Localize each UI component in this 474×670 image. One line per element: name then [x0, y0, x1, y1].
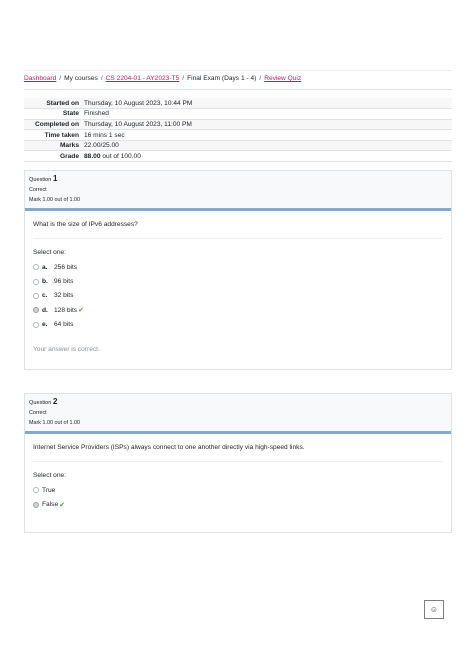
question-word: Question — [29, 400, 52, 406]
option-label: 128 bits — [54, 306, 78, 314]
breadcrumb-separator: / — [100, 75, 103, 82]
question-text: What is the size of IPv6 addresses? — [33, 221, 443, 239]
question-number: Question 1 — [29, 174, 447, 185]
question-word: Question — [29, 177, 52, 183]
question-2: Question 2 Correct Mark 1.00 out of 1.00… — [24, 393, 452, 533]
answer-feedback: Your answer is correct. — [33, 345, 100, 353]
summary-label: Grade — [24, 150, 84, 163]
answer-option-false[interactable]: False ✔ — [33, 497, 443, 511]
breadcrumb-separator: / — [59, 75, 62, 82]
summary-value: Thursday, 10 August 2023, 10:44 PM — [84, 98, 452, 110]
question-status: Correct — [29, 410, 47, 416]
option-label: 96 bits — [54, 278, 74, 286]
answer-option-c[interactable]: c. 32 bits — [33, 289, 443, 303]
question-mark: Mark 1.00 out of 1.00 — [29, 197, 80, 203]
breadcrumb-my-courses: My courses — [64, 75, 98, 82]
summary-row-started: Started on Thursday, 10 August 2023, 10:4… — [24, 98, 452, 110]
option-label: False — [42, 501, 59, 509]
question-number: Question 2 — [29, 397, 447, 408]
option-letter: b. — [42, 278, 48, 286]
question-number-value: 1 — [52, 174, 58, 183]
summary-row-state: State Finished — [24, 108, 452, 120]
breadcrumb-course-link[interactable]: CS 2204-01 - AY2023-T5 — [106, 75, 180, 82]
question-number-value: 2 — [52, 397, 58, 406]
smiley-icon: ☺ — [429, 605, 439, 614]
radio-button[interactable] — [33, 321, 39, 328]
question-info: Question 2 Correct Mark 1.00 out of 1.00 — [25, 394, 451, 434]
option-letter: a. — [42, 263, 48, 271]
question-1: Question 1 Correct Mark 1.00 out of 1.00… — [24, 170, 452, 370]
grade-out-of: out of 100.00 — [102, 152, 141, 160]
question-content: What is the size of IPv6 addresses? Sele… — [25, 211, 451, 363]
select-one-prompt: Select one: — [33, 249, 66, 256]
breadcrumb-review-quiz-link[interactable]: Review Quiz — [264, 75, 301, 82]
answer-option-true[interactable]: True — [33, 483, 443, 497]
radio-button[interactable] — [33, 292, 39, 299]
question-mark: Mark 1.00 out of 1.00 — [29, 420, 80, 426]
summary-row-time-taken: Time taken 16 mins 1 sec — [24, 129, 452, 141]
answer-option-e[interactable]: e. 64 bits — [33, 318, 443, 332]
answer-option-a[interactable]: a. 256 bits — [33, 260, 443, 274]
option-label: 32 bits — [54, 292, 74, 300]
summary-value: Thursday, 10 August 2023, 11:00 PM — [84, 119, 452, 131]
question-info: Question 1 Correct Mark 1.00 out of 1.00 — [25, 171, 451, 211]
summary-value: 88.00 out of 100.00 — [84, 150, 452, 163]
grade-value: 88.00 — [84, 152, 101, 160]
breadcrumb-dashboard-link[interactable]: Dashboard — [24, 75, 56, 82]
select-one-prompt: Select one: — [33, 472, 66, 479]
correct-check-icon: ✔ — [59, 501, 65, 509]
option-label: 256 bits — [54, 263, 78, 271]
radio-button-selected[interactable] — [33, 501, 39, 508]
summary-label: Started on — [24, 98, 84, 110]
radio-button[interactable] — [33, 264, 39, 271]
divider — [24, 89, 452, 90]
option-letter: e. — [42, 321, 48, 329]
question-status: Correct — [29, 187, 47, 193]
correct-check-icon: ✔ — [78, 307, 84, 315]
radio-button-selected[interactable] — [33, 307, 39, 314]
summary-label: Marks — [24, 140, 84, 152]
question-text: Internet Service Providers (ISPs) always… — [33, 444, 443, 462]
quiz-summary-table: Started on Thursday, 10 August 2023, 10:4… — [24, 98, 452, 163]
summary-row-marks: Marks 22.00/25.00 — [24, 140, 452, 152]
back-to-top-button[interactable]: ☺ — [424, 600, 444, 619]
summary-value: 16 mins 1 sec — [84, 129, 452, 141]
summary-value: Finished — [84, 108, 452, 120]
breadcrumb-separator: / — [182, 75, 185, 82]
summary-row-grade: Grade 88.00 out of 100.00 — [24, 150, 452, 163]
option-label: True — [42, 486, 56, 494]
summary-label: Time taken — [24, 129, 84, 141]
option-letter: d. — [42, 306, 48, 314]
breadcrumb-separator: / — [259, 75, 262, 82]
summary-row-completed: Completed on Thursday, 10 August 2023, 11… — [24, 119, 452, 131]
answer-option-d[interactable]: d. 128 bits ✔ — [33, 303, 443, 317]
option-label: 64 bits — [54, 321, 74, 329]
summary-label: State — [24, 108, 84, 120]
radio-button[interactable] — [33, 278, 39, 285]
question-content: Internet Service Providers (ISPs) always… — [25, 434, 451, 522]
radio-button[interactable] — [33, 487, 39, 494]
answer-option-b[interactable]: b. 96 bits — [33, 274, 443, 288]
breadcrumb-exam: Final Exam (Days 1 - 4) — [187, 75, 257, 82]
breadcrumb: Dashboard / My courses / CS 2204-01 - AY2023… — [24, 70, 452, 86]
summary-value: 22.00/25.00 — [84, 140, 452, 152]
option-letter: c. — [42, 292, 48, 300]
summary-label: Completed on — [24, 119, 84, 131]
